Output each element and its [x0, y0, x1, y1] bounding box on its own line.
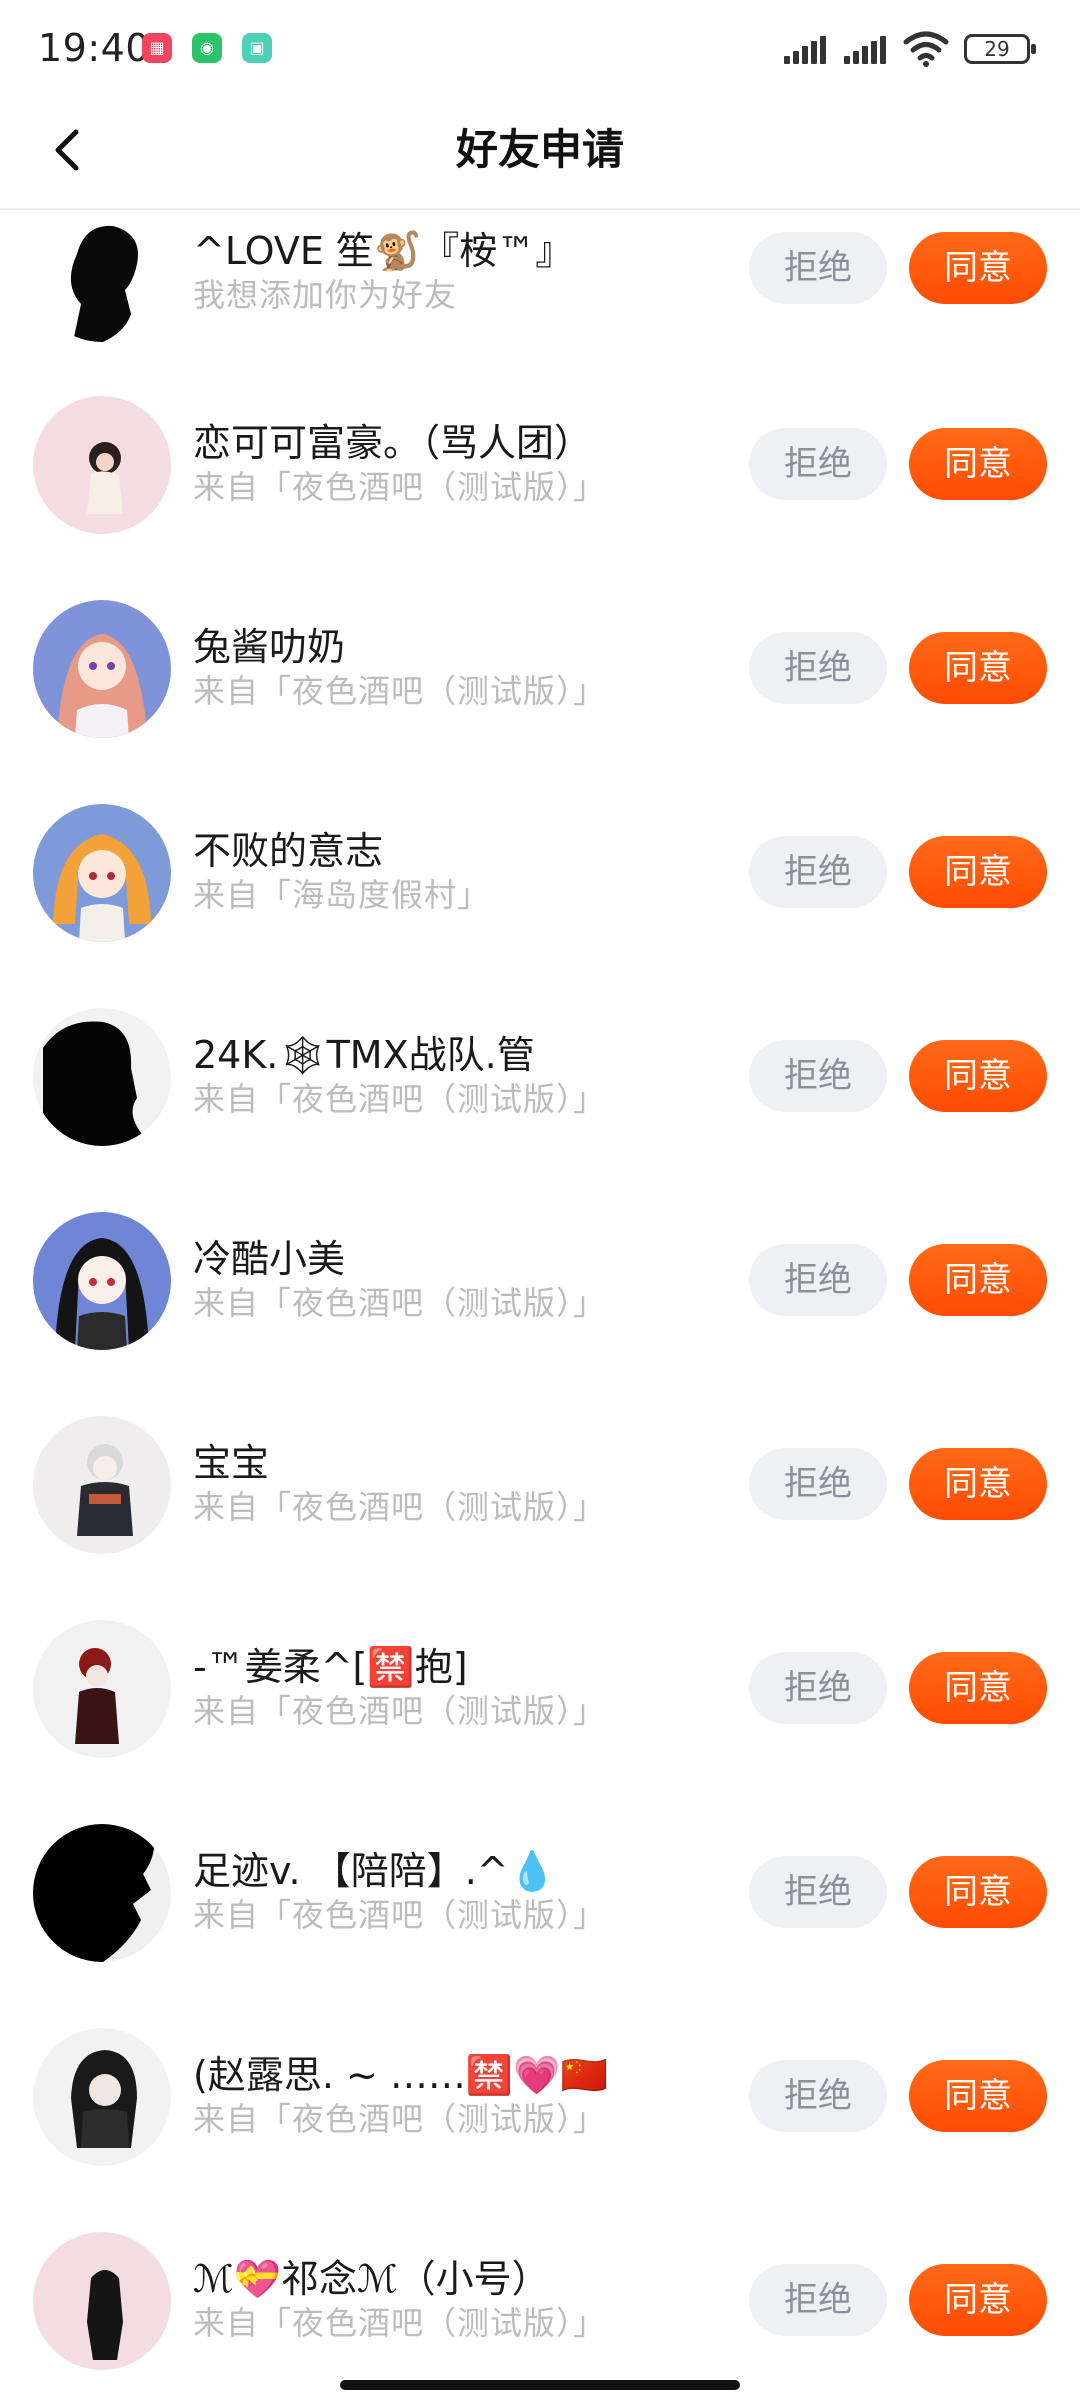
request-row: 冷酷小美 来自「夜色酒吧（测试版）」 拒绝 同意 — [0, 1188, 1080, 1392]
request-name: (赵露思. ~ ……🈲💗🇨🇳 — [193, 2053, 608, 2097]
battery-level: 29 — [984, 37, 1010, 61]
reject-button[interactable]: 拒绝 — [749, 1856, 887, 1928]
avatar[interactable] — [33, 600, 171, 738]
battery-icon: 29 — [964, 34, 1036, 64]
reject-button[interactable]: 拒绝 — [749, 232, 887, 304]
request-source: 来自「夜色酒吧（测试版）」 — [193, 672, 607, 710]
request-source: 我想添加你为好友 — [193, 276, 458, 314]
request-source: 来自「夜色酒吧（测试版）」 — [193, 1080, 607, 1118]
avatar[interactable] — [33, 210, 171, 342]
avatar[interactable] — [33, 1416, 171, 1554]
request-row: 宝宝 来自「夜色酒吧（测试版）」 拒绝 同意 — [0, 1392, 1080, 1596]
app-notification-icon: ▦ — [142, 33, 172, 63]
avatar[interactable] — [33, 2232, 171, 2370]
request-name: ^LOVE 笙🐒『桉™』 — [193, 229, 574, 273]
request-name: 宝宝 — [193, 1441, 270, 1485]
request-source: 来自「夜色酒吧（测试版）」 — [193, 1284, 607, 1322]
request-name: ℳ💝祁念ℳ（小号） — [193, 2257, 550, 2301]
reject-button[interactable]: 拒绝 — [749, 1652, 887, 1724]
reject-button[interactable]: 拒绝 — [749, 632, 887, 704]
reject-button[interactable]: 拒绝 — [749, 2060, 887, 2132]
home-indicator[interactable] — [340, 2380, 740, 2390]
page-title: 好友申请 — [455, 125, 624, 174]
reject-button[interactable]: 拒绝 — [749, 836, 887, 908]
request-row: 恋可可富豪。（骂人团） 来自「夜色酒吧（测试版）」 拒绝 同意 — [0, 372, 1080, 576]
reject-button[interactable]: 拒绝 — [749, 1040, 887, 1112]
avatar[interactable] — [33, 2028, 171, 2166]
request-source: 来自「夜色酒吧（测试版）」 — [193, 1692, 607, 1730]
request-name: 不败的意志 — [193, 829, 384, 873]
request-row: (赵露思. ~ ……🈲💗🇨🇳 来自「夜色酒吧（测试版）」 拒绝 同意 — [0, 2004, 1080, 2208]
accept-button[interactable]: 同意 — [909, 428, 1047, 500]
request-name: 兔酱叻奶 — [193, 625, 346, 669]
status-time: 19:40 — [38, 26, 151, 70]
reject-button[interactable]: 拒绝 — [749, 1448, 887, 1520]
signal-icon — [784, 36, 828, 64]
accept-button[interactable]: 同意 — [909, 2060, 1047, 2132]
request-source: 来自「夜色酒吧（测试版）」 — [193, 1896, 607, 1934]
reject-button[interactable]: 拒绝 — [749, 428, 887, 500]
accept-button[interactable]: 同意 — [909, 836, 1047, 908]
avatar[interactable] — [33, 804, 171, 942]
request-source: 来自「夜色酒吧（测试版）」 — [193, 2100, 607, 2138]
reject-button[interactable]: 拒绝 — [749, 2264, 887, 2336]
request-name: 恋可可富豪。（骂人团） — [193, 421, 593, 465]
request-row: ℳ💝祁念ℳ（小号） 来自「夜色酒吧（测试版）」 拒绝 同意 — [0, 2208, 1080, 2380]
request-row: 不败的意志 来自「海岛度假村」 拒绝 同意 — [0, 780, 1080, 984]
status-bar: 19:40 ▦ ◉ ▣ 29 — [0, 0, 1080, 98]
accept-button[interactable]: 同意 — [909, 1244, 1047, 1316]
request-name: 足迹v. 【陪陪】.^💧 — [193, 1849, 556, 1893]
top-nav-bar: 好友申请 — [0, 98, 1080, 210]
accept-button[interactable]: 同意 — [909, 1040, 1047, 1112]
accept-button[interactable]: 同意 — [909, 1652, 1047, 1724]
accept-button[interactable]: 同意 — [909, 632, 1047, 704]
request-name: -™姜柔^[🈲抱] — [193, 1645, 468, 1689]
request-source: 来自「夜色酒吧（测试版）」 — [193, 468, 607, 506]
request-row: 足迹v. 【陪陪】.^💧 来自「夜色酒吧（测试版）」 拒绝 同意 — [0, 1800, 1080, 2004]
friend-request-list[interactable]: ^LOVE 笙🐒『桉™』 我想添加你为好友 拒绝 同意 恋可可富豪。（骂人团） … — [0, 210, 1080, 2380]
signal-icon-2 — [844, 36, 888, 64]
accept-button[interactable]: 同意 — [909, 2264, 1047, 2336]
avatar[interactable] — [33, 396, 171, 534]
request-row: 兔酱叻奶 来自「夜色酒吧（测试版）」 拒绝 同意 — [0, 576, 1080, 780]
avatar[interactable] — [33, 1212, 171, 1350]
request-row: -™姜柔^[🈲抱] 来自「夜色酒吧（测试版）」 拒绝 同意 — [0, 1596, 1080, 1800]
shop-icon: ▣ — [242, 33, 272, 63]
accept-button[interactable]: 同意 — [909, 232, 1047, 304]
request-source: 来自「夜色酒吧（测试版）」 — [193, 1488, 607, 1526]
request-source: 来自「夜色酒吧（测试版）」 — [193, 2304, 607, 2342]
request-row: 24K.🕸TMX战队.管 来自「夜色酒吧（测试版）」 拒绝 同意 — [0, 984, 1080, 1188]
request-name: 24K.🕸TMX战队.管 — [193, 1033, 535, 1077]
request-source: 来自「海岛度假村」 — [193, 876, 491, 914]
avatar[interactable] — [33, 1620, 171, 1758]
accept-button[interactable]: 同意 — [909, 1448, 1047, 1520]
wifi-icon — [903, 31, 949, 67]
request-name: 冷酷小美 — [193, 1237, 346, 1281]
avatar[interactable] — [33, 1008, 171, 1146]
wechat-icon: ◉ — [192, 33, 222, 63]
accept-button[interactable]: 同意 — [909, 1856, 1047, 1928]
reject-button[interactable]: 拒绝 — [749, 1244, 887, 1316]
request-row: ^LOVE 笙🐒『桉™』 我想添加你为好友 拒绝 同意 — [0, 210, 1080, 372]
avatar[interactable] — [33, 1824, 171, 1962]
